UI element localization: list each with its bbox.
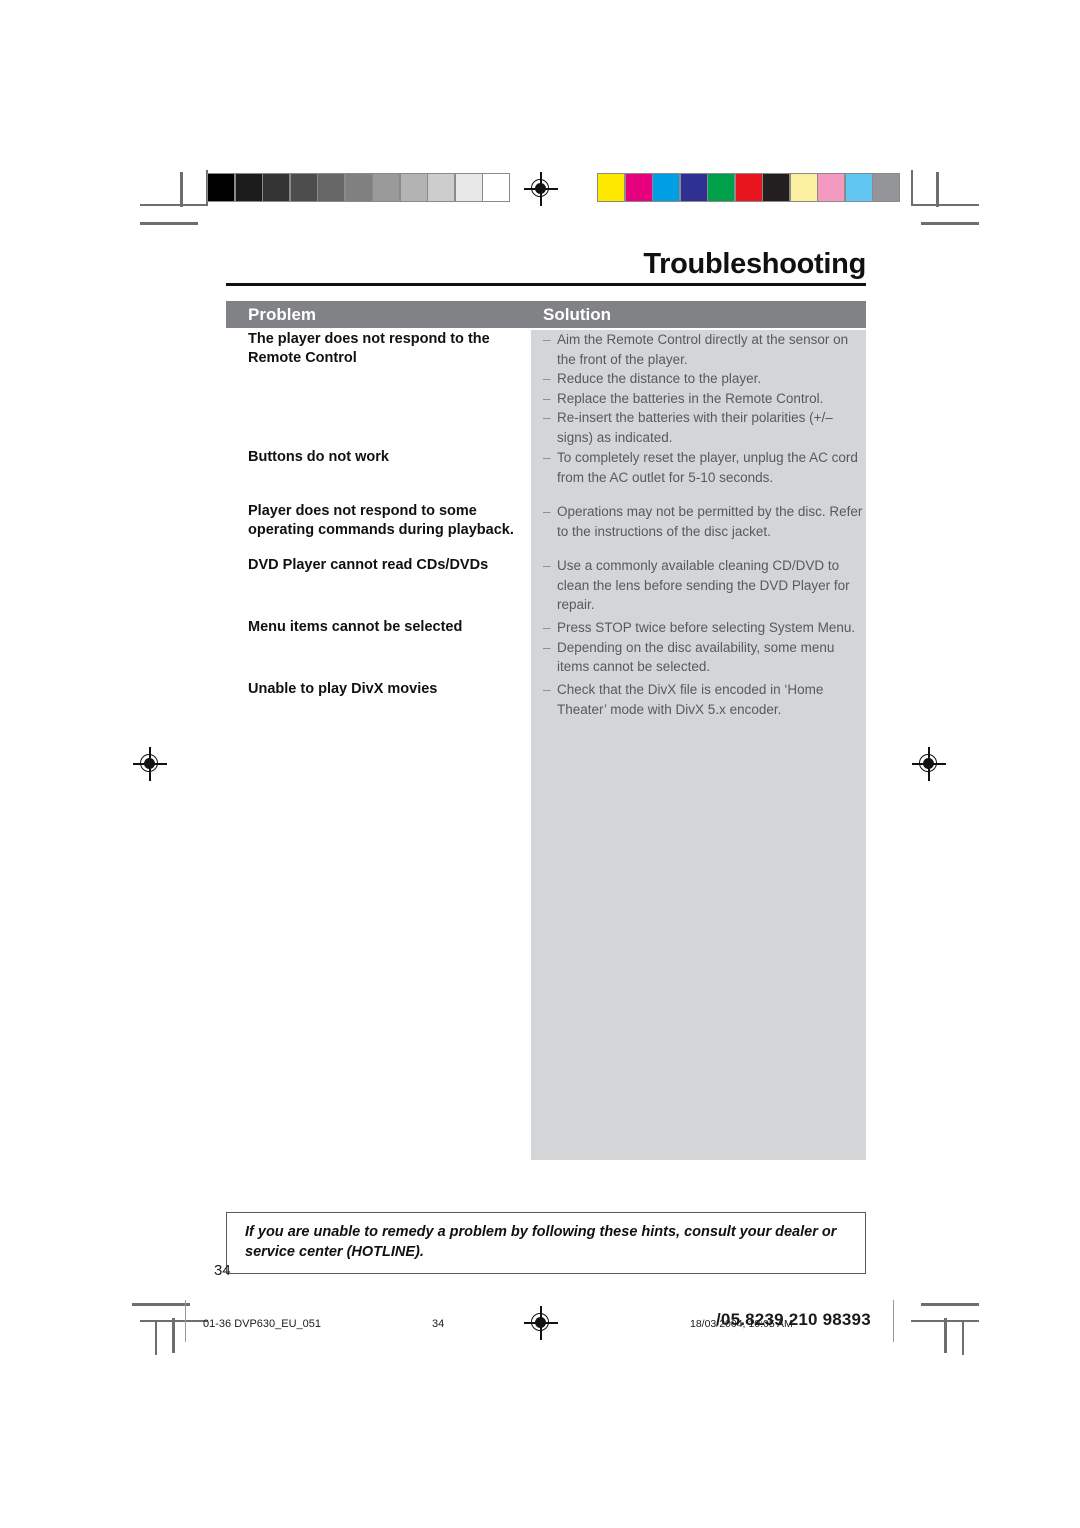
solution-cell: – Operations may not be permitted by the … [531, 502, 866, 541]
registration-target-bottom-center [524, 1306, 558, 1340]
solution-bullet: – Depending on the disc availability, som… [543, 638, 866, 677]
grayscale-swatch [290, 174, 317, 201]
crop-mark-top-left-bleed-horizontal [140, 222, 198, 225]
solution-bullet: – Operations may not be permitted by the … [543, 502, 866, 541]
color-calibration-strip [597, 173, 900, 202]
solution-text: Reduce the distance to the player. [557, 371, 762, 386]
crop-mark-top-right-vertical [911, 170, 913, 205]
grayscale-swatch [208, 174, 234, 201]
crop-mark-bottom-left-horizontal [132, 1303, 190, 1306]
grayscale-swatch [483, 174, 509, 201]
solution-bullet: – Reduce the distance to the player. [543, 369, 866, 389]
solution-bullet: – Aim the Remote Control directly at the … [543, 330, 866, 369]
title-rule [226, 283, 866, 286]
bullet-dash-icon: – [543, 639, 551, 655]
crop-mark-top-right-horizontal [911, 204, 979, 206]
color-swatch [790, 174, 817, 201]
registration-target-right-middle [912, 747, 946, 781]
bullet-dash-icon: – [543, 410, 551, 425]
bullet-dash-icon: – [543, 558, 551, 573]
hotline-note-box: If you are unable to remedy a problem by… [226, 1212, 866, 1274]
footer-page-label: 34 [432, 1318, 445, 1330]
problem-cell: Player does not respond to some operatin… [248, 503, 514, 538]
problem-cell: DVD Player cannot read CDs/DVDs [248, 557, 489, 573]
crop-mark-top-right-bleed-vertical [936, 172, 939, 207]
solution-text: Depending on the disc availability, some… [557, 639, 835, 675]
page-number: 34 [214, 1262, 231, 1279]
crop-mark-top-left-bleed-vertical [180, 172, 183, 207]
solution-text: Replace the batteries in the Remote Cont… [557, 390, 824, 406]
solution-bullet: – Check that the DivX file is encoded in … [543, 680, 866, 719]
color-swatch [708, 174, 734, 201]
solution-cell: – Use a commonly available cleaning CD/DV… [531, 556, 866, 615]
grayscale-swatch [400, 174, 427, 201]
solution-bullet: – Re-insert the batteries with their pola… [543, 408, 866, 447]
grayscale-swatch [428, 174, 454, 201]
problem-cell: Unable to play DivX movies [248, 681, 438, 697]
bullet-dash-icon: – [543, 682, 551, 697]
table-header-row: Problem Solution [226, 301, 866, 328]
solution-bullet: – Use a commonly available cleaning CD/DV… [543, 556, 866, 615]
color-swatch [845, 174, 872, 201]
bullet-dash-icon: – [543, 390, 551, 406]
grayscale-swatch [263, 174, 289, 201]
color-swatch [653, 174, 679, 201]
bullet-dash-icon: – [543, 332, 551, 347]
solution-cell: – To completely reset the player, unplug … [531, 448, 866, 487]
crop-mark-bottom-right-corner-vertical [962, 1320, 964, 1355]
crop-mark-bottom-left-corner-vertical [155, 1320, 157, 1355]
registration-target-top-center [524, 172, 558, 206]
grayscale-swatch [318, 174, 344, 201]
crop-mark-top-left-horizontal [140, 204, 208, 206]
color-swatch [763, 174, 789, 201]
solution-text: Check that the DivX file is encoded in ‘… [557, 682, 824, 717]
solution-bullet: – Replace the batteries in the Remote Con… [543, 389, 866, 409]
bullet-dash-icon: – [543, 620, 551, 635]
footer-divider-left [185, 1300, 186, 1342]
footer-divider-right [893, 1300, 894, 1342]
column-header-solution: Solution [543, 305, 611, 324]
bullet-dash-icon: – [543, 450, 551, 465]
color-swatch [818, 174, 844, 201]
color-swatch [680, 174, 707, 201]
footer-file-label: 01-36 DVP630_EU_051 [203, 1318, 322, 1330]
problem-cell: Buttons do not work [248, 449, 389, 465]
solution-text: Re-insert the batteries with their polar… [557, 410, 833, 445]
solution-cell: – Aim the Remote Control directly at the … [531, 330, 866, 447]
solution-text: To completely reset the player, unplug t… [557, 450, 858, 485]
grayscale-swatch [373, 174, 399, 201]
registration-target-left-middle [133, 747, 167, 781]
color-swatch [873, 174, 899, 201]
bullet-dash-icon: – [543, 504, 551, 519]
grayscale-swatch [345, 174, 372, 201]
crop-mark-bottom-right-bleed-vertical [944, 1318, 947, 1353]
solution-text: Operations may not be permitted by the d… [557, 504, 863, 539]
problem-cell: The player does not respond to the Remot… [248, 331, 490, 366]
page-title: Troubleshooting [643, 248, 866, 280]
footer-document-code: /05.8239 210 98393 [716, 1310, 871, 1329]
solution-cell: – Press STOP twice before selecting Syste… [531, 618, 866, 677]
solution-text: Press STOP twice before selecting System… [557, 620, 856, 635]
solution-text: Use a commonly available cleaning CD/DVD… [557, 558, 850, 612]
column-header-problem: Problem [248, 305, 317, 324]
color-swatch [598, 174, 624, 201]
solution-text: Aim the Remote Control directly at the s… [557, 332, 849, 367]
crop-mark-bottom-left-bleed-vertical [172, 1318, 175, 1353]
crop-mark-top-right-bleed-horizontal [921, 222, 979, 225]
grayscale-swatch [235, 174, 262, 201]
crop-mark-bottom-right-horizontal [921, 1303, 979, 1306]
grayscale-swatch [455, 174, 482, 201]
solution-bullet: – To completely reset the player, unplug … [543, 448, 866, 487]
color-swatch [735, 174, 762, 201]
bullet-dash-icon: – [543, 371, 551, 386]
problem-cell: Menu items cannot be selected [248, 619, 463, 635]
color-swatch [625, 174, 652, 201]
solution-bullet: – Press STOP twice before selecting Syste… [543, 618, 866, 638]
grayscale-calibration-strip [207, 173, 510, 202]
solution-cell: – Check that the DivX file is encoded in … [531, 680, 866, 719]
